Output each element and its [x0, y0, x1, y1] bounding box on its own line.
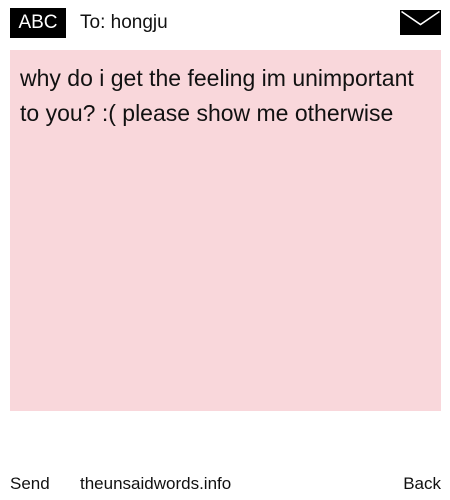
site-link[interactable]: theunsaidwords.info	[80, 470, 231, 498]
header-bar: ABC To: hongju	[0, 0, 450, 46]
envelope-icon	[400, 10, 441, 35]
footer-bar: Send theunsaidwords.info Back	[0, 470, 450, 498]
input-mode-badge[interactable]: ABC	[10, 8, 66, 38]
message-body[interactable]: why do i get the feeling im unimportant …	[10, 50, 441, 411]
recipient-label: To: hongju	[80, 12, 168, 33]
back-button[interactable]: Back	[403, 470, 441, 498]
message-text: why do i get the feeling im unimportant …	[20, 65, 414, 126]
send-button[interactable]: Send	[10, 470, 50, 498]
